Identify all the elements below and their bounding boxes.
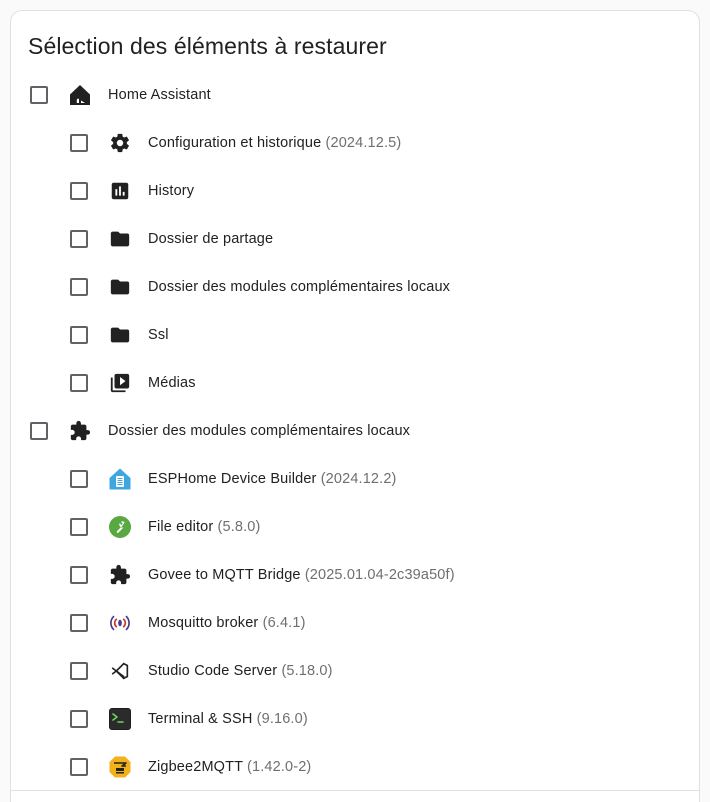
chart-box-icon: [108, 179, 132, 203]
item-label: Mosquitto broker: [148, 615, 259, 631]
zigbee2mqtt-icon: [108, 755, 132, 779]
checkbox-local-addons-folder[interactable]: [70, 278, 88, 296]
item-label: Studio Code Server: [148, 663, 278, 679]
terminal-icon: [108, 707, 132, 731]
folder-icon: [108, 323, 132, 347]
checkbox-studio-code[interactable]: [70, 662, 88, 680]
item-label: File editor: [148, 519, 214, 535]
checkbox-share-folder[interactable]: [70, 230, 88, 248]
group-home-assistant: Home Assistant: [30, 71, 670, 119]
item-local-addons-folder: Dossier des modules complémentaires loca…: [70, 263, 710, 311]
item-label: Médias: [148, 375, 196, 391]
checkbox-home-assistant[interactable]: [30, 86, 48, 104]
gear-icon: [108, 131, 132, 155]
group-label: Home Assistant: [108, 87, 211, 103]
item-esphome: ESPHome Device Builder (2024.12.2): [70, 455, 710, 503]
item-label: Govee to MQTT Bridge: [148, 567, 301, 583]
checkbox-configuration[interactable]: [70, 134, 88, 152]
item-version: (5.8.0): [217, 519, 261, 535]
item-terminal: Terminal & SSH (9.16.0): [70, 695, 710, 743]
checkbox-terminal[interactable]: [70, 710, 88, 728]
home-assistant-icon: [68, 83, 92, 107]
item-version: (5.18.0): [281, 663, 333, 679]
puzzle-icon: [108, 563, 132, 587]
vscode-icon: [108, 659, 132, 683]
item-label: History: [148, 183, 195, 199]
item-label: Dossier de partage: [148, 231, 274, 247]
card-title: Sélection des éléments à restaurer: [28, 33, 387, 59]
group-label: Dossier des modules complémentaires loca…: [108, 423, 411, 439]
checkbox-govee[interactable]: [70, 566, 88, 584]
folder-icon: [108, 227, 132, 251]
play-box-multiple-icon: [108, 371, 132, 395]
mosquitto-icon: [108, 611, 132, 635]
restore-selection-card: Sélection des éléments à restaurer Home …: [10, 10, 700, 802]
item-version: (9.16.0): [256, 711, 308, 727]
checkbox-zigbee2mqtt[interactable]: [70, 758, 88, 776]
checkbox-esphome[interactable]: [70, 470, 88, 488]
wrench-icon: [108, 515, 132, 539]
item-label: Dossier des modules complémentaires loca…: [148, 279, 451, 295]
item-ssl: Ssl: [70, 311, 710, 359]
item-file-editor: File editor (5.8.0): [70, 503, 710, 551]
checkbox-media[interactable]: [70, 374, 88, 392]
item-media: Médias: [70, 359, 710, 407]
item-zigbee2mqtt: Zigbee2MQTT (1.42.0-2): [70, 743, 710, 791]
item-label: Ssl: [148, 327, 169, 343]
checkbox-mosquitto[interactable]: [70, 614, 88, 632]
folder-icon: [108, 275, 132, 299]
checkbox-file-editor[interactable]: [70, 518, 88, 536]
item-version: (2025.01.04-2c39a50f): [304, 567, 455, 583]
item-version: (6.4.1): [262, 615, 306, 631]
checkbox-ssl[interactable]: [70, 326, 88, 344]
group-local-addons: Dossier des modules complémentaires loca…: [30, 407, 670, 455]
item-history: History: [70, 167, 710, 215]
puzzle-icon: [68, 419, 92, 443]
item-version: (1.42.0-2): [247, 759, 312, 775]
item-studio-code: Studio Code Server (5.18.0): [70, 647, 710, 695]
item-share-folder: Dossier de partage: [70, 215, 710, 263]
item-govee: Govee to MQTT Bridge (2025.01.04-2c39a50…: [70, 551, 710, 599]
card-divider: [10, 790, 700, 791]
item-label: Zigbee2MQTT: [148, 759, 243, 775]
checkbox-local-addons[interactable]: [30, 422, 48, 440]
esphome-icon: [108, 467, 132, 491]
item-version: (2024.12.5): [325, 135, 402, 151]
item-label: ESPHome Device Builder: [148, 471, 317, 487]
item-mosquitto: Mosquitto broker (6.4.1): [70, 599, 710, 647]
item-configuration: Configuration et historique (2024.12.5): [70, 119, 710, 167]
item-version: (2024.12.2): [320, 471, 397, 487]
item-label: Terminal & SSH: [148, 711, 253, 727]
checkbox-history[interactable]: [70, 182, 88, 200]
item-label: Configuration et historique: [148, 135, 322, 151]
